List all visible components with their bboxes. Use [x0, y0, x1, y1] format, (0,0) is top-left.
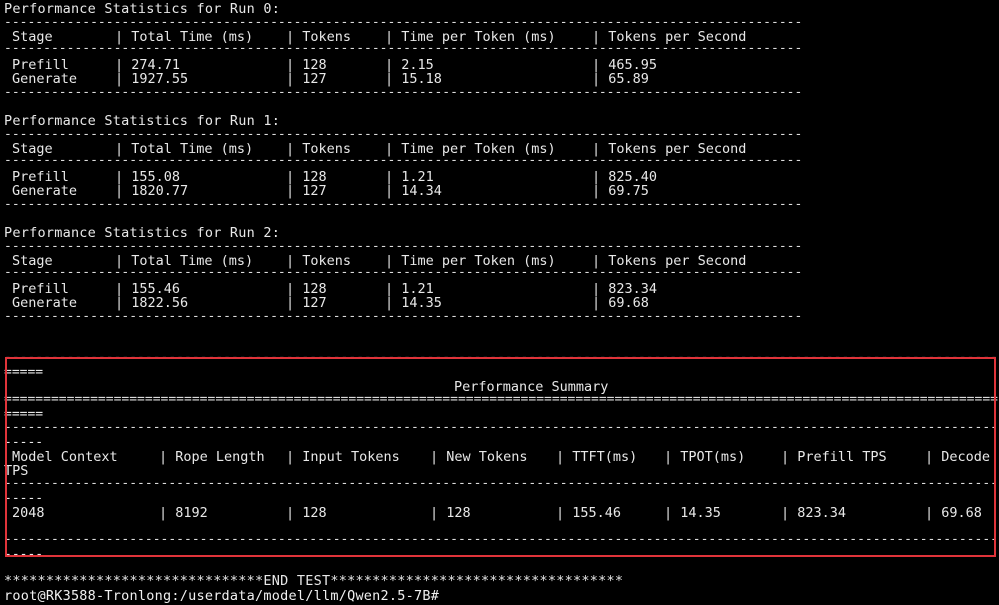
- row-stage: Prefill: [12, 281, 69, 297]
- row-tokens: | 128: [286, 57, 327, 73]
- row-time-per-token: | 14.35: [385, 295, 442, 311]
- row-tokens: | 127: [286, 71, 327, 87]
- header-time-per-token: | Time per Token (ms): [385, 141, 556, 157]
- row-total-time: | 1822.56: [115, 295, 189, 311]
- header-total-time: | Total Time (ms): [115, 253, 254, 269]
- row-time-per-token: | 1.21: [385, 169, 434, 185]
- run-title: Performance Statistics for Run 1:: [4, 113, 281, 129]
- separator-line: [4, 155, 804, 167]
- row-tokens-per-second: | 465.95: [592, 57, 658, 73]
- header-stage: Stage: [12, 253, 53, 269]
- row-time-per-token: | 14.34: [385, 183, 442, 199]
- header-total-time: | Total Time (ms): [115, 29, 254, 45]
- row-stage: Prefill: [12, 169, 69, 185]
- row-total-time: | 155.08: [115, 169, 181, 185]
- header-time-per-token: | Time per Token (ms): [385, 29, 556, 45]
- row-tokens: | 128: [286, 281, 327, 297]
- header-tokens-per-second: | Tokens per Second: [592, 29, 747, 45]
- row-total-time: | 155.46: [115, 281, 181, 297]
- header-tokens: | Tokens: [286, 253, 352, 269]
- summary-highlight-box: [5, 357, 996, 557]
- header-tokens-per-second: | Tokens per Second: [592, 141, 747, 157]
- separator-line: [4, 311, 804, 323]
- row-time-per-token: | 2.15: [385, 57, 434, 73]
- header-stage: Stage: [12, 29, 53, 45]
- row-time-per-token: | 15.18: [385, 71, 442, 87]
- row-stage: Prefill: [12, 57, 69, 73]
- row-total-time: | 1927.55: [115, 71, 189, 87]
- separator-line: [4, 199, 804, 211]
- separator-line: [4, 43, 804, 55]
- row-stage: Generate: [12, 295, 78, 311]
- row-tokens-per-second: | 69.75: [592, 183, 649, 199]
- separator-line: [4, 241, 804, 253]
- row-tokens-per-second: | 823.34: [592, 281, 658, 297]
- row-tokens: | 128: [286, 169, 327, 185]
- end-test-line: *******************************END TEST*…: [4, 573, 624, 589]
- run-title: Performance Statistics for Run 2:: [4, 225, 281, 241]
- terminal-window[interactable]: Performance Statistics for Run 0: Stage …: [0, 0, 999, 605]
- row-stage: Generate: [12, 71, 78, 87]
- row-tokens-per-second: | 65.89: [592, 71, 649, 87]
- row-tokens: | 127: [286, 183, 327, 199]
- row-tokens: | 127: [286, 295, 327, 311]
- header-stage: Stage: [12, 141, 53, 157]
- run-title: Performance Statistics for Run 0:: [4, 1, 281, 17]
- row-total-time: | 1820.77: [115, 183, 189, 199]
- separator-line: [4, 17, 804, 29]
- header-total-time: | Total Time (ms): [115, 141, 254, 157]
- header-tokens-per-second: | Tokens per Second: [592, 253, 747, 269]
- separator-line: [4, 87, 804, 99]
- row-tokens-per-second: | 69.68: [592, 295, 649, 311]
- row-time-per-token: | 1.21: [385, 281, 434, 297]
- separator-line: [4, 129, 804, 141]
- separator-line: [4, 267, 804, 279]
- header-time-per-token: | Time per Token (ms): [385, 253, 556, 269]
- header-tokens: | Tokens: [286, 29, 352, 45]
- row-total-time: | 274.71: [115, 57, 181, 73]
- shell-prompt[interactable]: root@RK3588-Tronlong:/userdata/model/llm…: [4, 589, 439, 603]
- header-tokens: | Tokens: [286, 141, 352, 157]
- row-tokens-per-second: | 825.40: [592, 169, 658, 185]
- row-stage: Generate: [12, 183, 78, 199]
